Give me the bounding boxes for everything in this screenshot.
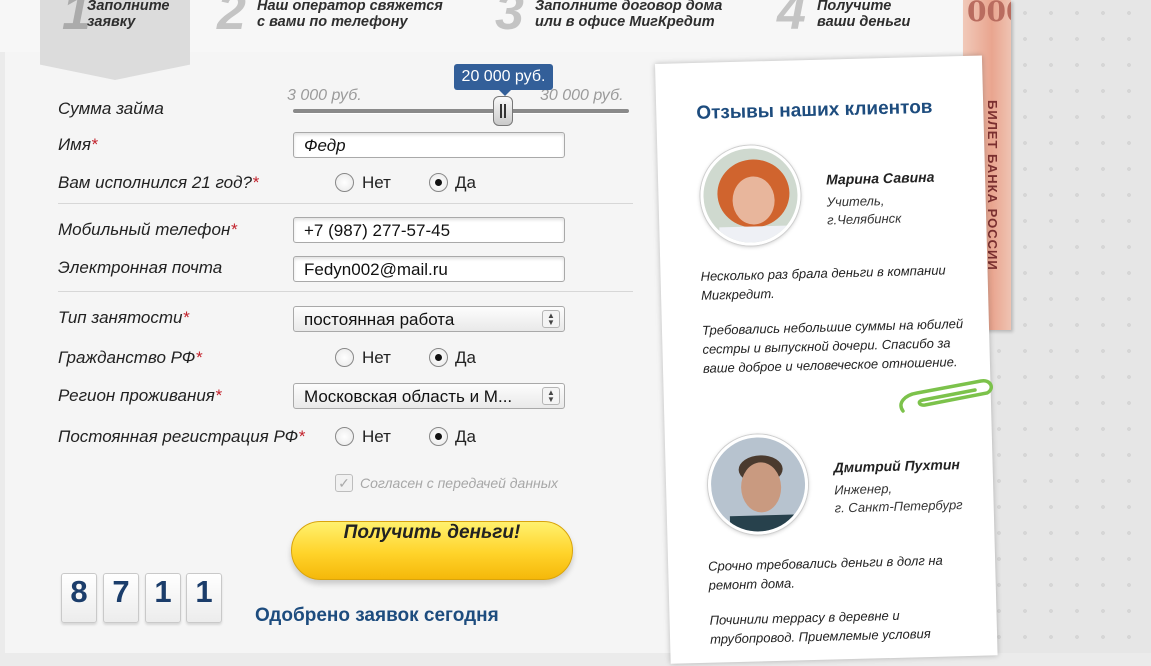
amount-slider-handle[interactable] — [493, 96, 513, 126]
consent-checkbox[interactable]: ✓ — [335, 474, 353, 492]
amount-min: 3 000 руб. — [287, 87, 362, 104]
amount-value-tooltip: 20 000 руб. — [454, 64, 553, 96]
counter-digit: 8 — [61, 573, 97, 623]
age21-no-label: Нет — [362, 173, 391, 192]
employment-label: Тип занятости* — [58, 308, 190, 327]
reviewer-name: Дмитрий Пухтин — [833, 456, 961, 476]
citizenship-yes-label: Да — [455, 348, 476, 367]
citizenship-no-label: Нет — [362, 348, 391, 367]
select-arrows-icon: ▲ ▼ — [542, 310, 560, 328]
banknote-text: БИЛЕТ БАНКА РОССИИ — [985, 100, 1000, 271]
paper-clip-icon — [899, 379, 993, 413]
avatar-photo-woman — [702, 147, 802, 247]
step-text: Заполните заявку — [87, 0, 170, 30]
divider — [58, 203, 633, 204]
amount-max: 30 000 руб. — [540, 87, 624, 104]
registration-no-radio[interactable] — [335, 427, 354, 446]
step-number: 4 — [777, 0, 806, 41]
registration-yes-label: Да — [455, 427, 476, 446]
employment-select[interactable]: постоянная работа ▲ ▼ — [293, 306, 565, 332]
avatar — [706, 433, 810, 536]
age21-no-radio[interactable] — [335, 173, 354, 192]
registration-label: Постоянная регистрация РФ* — [58, 427, 305, 446]
select-arrows-icon: ▲ ▼ — [542, 387, 560, 405]
age21-yes-radio[interactable] — [429, 173, 448, 192]
reviewer-role: Инженер, г. Санкт-Петербург — [834, 480, 963, 516]
banknote-digits: 000 — [967, 0, 1011, 28]
citizenship-yes-radio[interactable] — [429, 348, 448, 367]
reviewer-name: Марина Савина — [825, 168, 935, 188]
citizenship-no-radio[interactable] — [335, 348, 354, 367]
steps-bar: 1 Заполните заявку 2 Наш оператор свяжет… — [0, 0, 966, 80]
step-number: 2 — [217, 0, 246, 41]
reviews-title: Отзывы наших клиентов — [696, 96, 933, 124]
step-text: Заполните договор дома или в офисе МигКр… — [535, 0, 723, 30]
phone-label: Мобильный телефон* — [58, 220, 237, 239]
name-input[interactable]: Федр — [293, 132, 565, 158]
counter-digit: 1 — [145, 573, 181, 623]
step-number: 3 — [495, 0, 524, 41]
citizenship-label: Гражданство РФ* — [58, 348, 202, 367]
step-text: Наш оператор свяжется с вами по телефону — [257, 0, 443, 30]
reviewer-role: Учитель, г.Челябинск — [826, 193, 902, 228]
registration-no-label: Нет — [362, 427, 391, 446]
step-text: Получите ваши деньги — [817, 0, 911, 30]
counter-digit: 7 — [103, 573, 139, 623]
amount-label: Сумма займа — [58, 99, 164, 118]
consent-label: Согласен с передачей данных — [360, 475, 559, 491]
avatar-photo-man — [709, 436, 810, 536]
region-select[interactable]: Московская область и М... ▲ ▼ — [293, 383, 565, 409]
phone-input[interactable]: +7 (987) 277-57-45 — [293, 217, 565, 243]
amount-slider-track[interactable] — [293, 109, 629, 113]
registration-yes-radio[interactable] — [429, 427, 448, 446]
age21-label: Вам исполнился 21 год?* — [58, 173, 259, 192]
age21-yes-label: Да — [455, 173, 476, 192]
counter-digit: 1 — [186, 573, 222, 623]
email-input[interactable]: Fedyn002@mail.ru — [293, 256, 565, 282]
divider — [58, 291, 633, 292]
avatar — [699, 144, 802, 247]
review-text: Срочно требовались деньги в долг на ремо… — [707, 552, 943, 647]
region-label: Регион проживания* — [58, 386, 222, 405]
get-money-button[interactable]: Получить деньги! — [291, 521, 573, 580]
name-label: Имя* — [58, 135, 98, 154]
email-label: Электронная почта — [58, 258, 223, 277]
approved-today-label: Одобрено заявок сегодня — [255, 605, 499, 626]
reviews-card: Отзывы наших клиентов Марина Савина Учит… — [655, 55, 998, 664]
